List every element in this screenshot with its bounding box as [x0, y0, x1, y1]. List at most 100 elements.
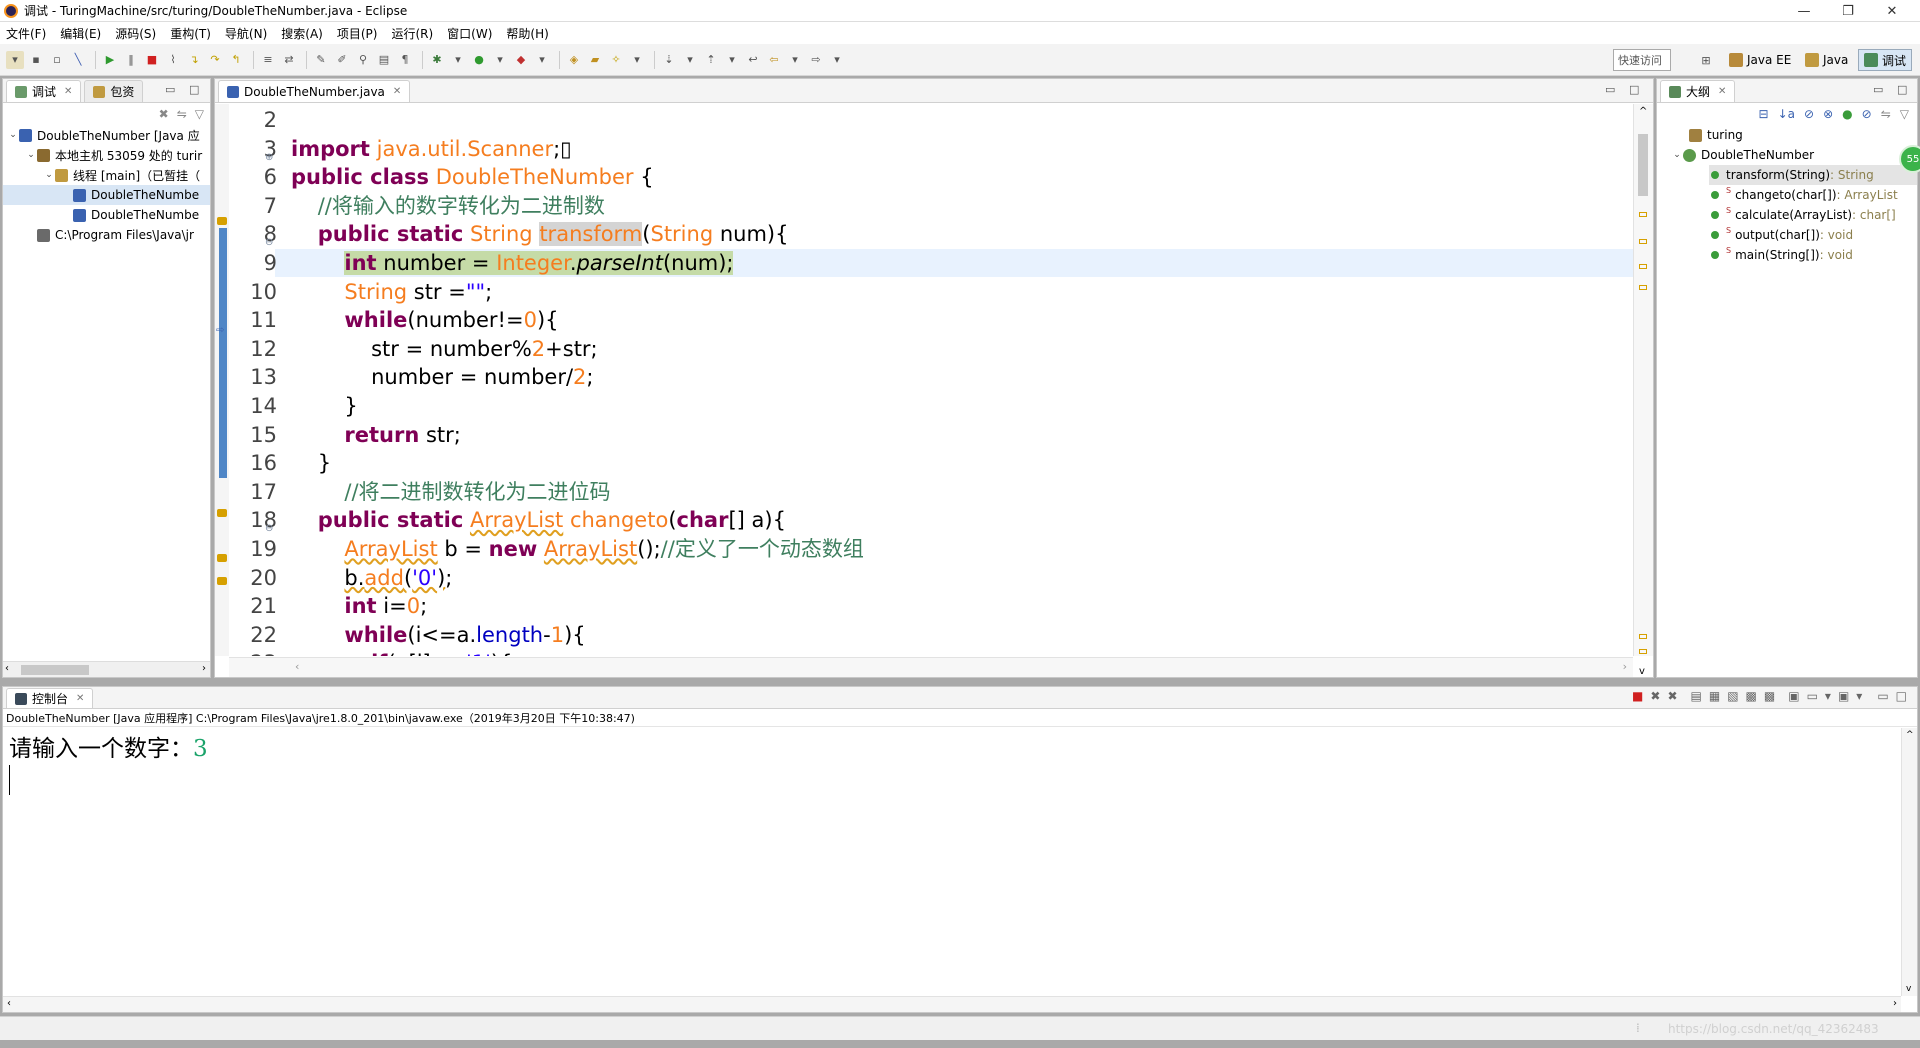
- outline-item[interactable]: Schangeto(char[]) : ArrayList: [1657, 185, 1917, 205]
- debug-tree-item[interactable]: C:\Program Files\Java\jr: [3, 225, 210, 245]
- tab-doublethenumber-java[interactable]: DoubleTheNumber.java ✕: [218, 80, 411, 102]
- collapse-icon[interactable]: ⇋: [177, 107, 187, 121]
- back-icon[interactable]: ⇦: [765, 51, 783, 69]
- collapse-all-icon[interactable]: ⊟: [1759, 107, 1769, 121]
- close-icon[interactable]: ✕: [76, 693, 84, 704]
- step-filters-icon[interactable]: ⇄: [280, 51, 298, 69]
- remove-launch-icon[interactable]: ✖: [1650, 689, 1660, 703]
- minimize-icon[interactable]: ▭: [165, 83, 175, 96]
- expand-arrow-icon[interactable]: ⌄: [7, 130, 19, 140]
- vertical-scrollbar[interactable]: ^ v: [1633, 104, 1653, 677]
- step-over-icon[interactable]: ↷: [206, 51, 224, 69]
- menu-item-8[interactable]: 窗口(W): [447, 25, 492, 42]
- code-line[interactable]: int number = Integer.parseInt(num);: [291, 249, 734, 277]
- open-console-icon[interactable]: ▣: [1838, 689, 1849, 703]
- scroll-lock-icon[interactable]: ▦: [1709, 689, 1720, 703]
- minimize-icon[interactable]: ▭: [1605, 83, 1615, 96]
- whitespace-icon[interactable]: ¶: [396, 51, 414, 69]
- outline-item[interactable]: Soutput(char[]) : void: [1657, 225, 1917, 245]
- close-icon[interactable]: ✕: [64, 86, 72, 97]
- maximize-icon[interactable]: □: [1896, 689, 1907, 703]
- console-horizontal-scrollbar[interactable]: ‹ ›: [3, 996, 1901, 1012]
- code-line[interactable]: public static ArrayList changeto(char[] …: [291, 506, 786, 534]
- expand-arrow-icon[interactable]: ⌄: [25, 150, 37, 160]
- debug-tree-item[interactable]: DoubleTheNumbe: [3, 185, 210, 205]
- prev-annotation-icon[interactable]: ⇡: [702, 51, 720, 69]
- terminate-icon[interactable]: ■: [1632, 689, 1643, 703]
- pin-console-icon[interactable]: ▣: [1788, 689, 1799, 703]
- menu-item-1[interactable]: 编辑(E): [60, 25, 101, 42]
- toggle-mark-icon[interactable]: ✎: [312, 51, 330, 69]
- code-line[interactable]: ArrayList b = new ArrayList();//定义了一个动态数…: [291, 535, 863, 563]
- remove-terminated-icon[interactable]: ✖: [159, 107, 169, 121]
- save-all-icon[interactable]: ▫: [48, 51, 66, 69]
- perspective-java-ee[interactable]: Java EE: [1724, 49, 1796, 71]
- console-output[interactable]: 请输入一个数字：3: [3, 727, 1917, 797]
- step-return-icon[interactable]: ↰: [227, 51, 245, 69]
- fold-icon[interactable]: ⊖: [265, 229, 273, 257]
- close-icon[interactable]: ✕: [393, 86, 401, 97]
- outline-item[interactable]: Smain(String[]) : void: [1657, 245, 1917, 265]
- forward-icon[interactable]: ⇨: [807, 51, 825, 69]
- menu-item-7[interactable]: 运行(R): [391, 25, 433, 42]
- word-wrap-icon[interactable]: ▧: [1727, 689, 1738, 703]
- horizontal-scrollbar[interactable]: ‹ ›: [3, 661, 210, 677]
- display-console-icon[interactable]: ▭: [1807, 689, 1818, 703]
- code-line[interactable]: public static String transform(String nu…: [291, 220, 788, 248]
- minimize-icon[interactable]: ▭: [1877, 689, 1888, 703]
- save-icon[interactable]: ▪: [27, 51, 45, 69]
- code-line[interactable]: if(a[i]=='1'){: [291, 649, 512, 656]
- code-line[interactable]: import java.util.Scanner;▯: [291, 135, 572, 163]
- dropdown-arrow-icon[interactable]: ▾: [828, 51, 846, 69]
- menu-item-4[interactable]: 导航(N): [225, 25, 267, 42]
- menu-item-5[interactable]: 搜索(A): [281, 25, 323, 42]
- sort-icon[interactable]: ↓a: [1778, 107, 1795, 121]
- code-line[interactable]: while(i<=a.length-1){: [291, 621, 585, 649]
- perspective-debug[interactable]: 调试: [1858, 49, 1913, 71]
- external-tools-icon[interactable]: ◆: [512, 51, 530, 69]
- link-editor-icon[interactable]: ⇋: [1881, 107, 1891, 121]
- maximize-icon[interactable]: □: [1897, 83, 1907, 96]
- minimize-button[interactable]: —: [1782, 0, 1826, 22]
- code-line[interactable]: public class DoubleTheNumber {: [291, 163, 654, 191]
- block-icon[interactable]: ▤: [375, 51, 393, 69]
- dropdown-arrow-icon[interactable]: ▾: [491, 51, 509, 69]
- tab-package-explorer[interactable]: 包资: [84, 80, 144, 102]
- dropdown-arrow-icon[interactable]: ▾: [533, 51, 551, 69]
- view-menu-icon[interactable]: ▽: [195, 107, 204, 121]
- expand-arrow-icon[interactable]: ⌄: [1671, 150, 1683, 160]
- menu-item-3[interactable]: 重构(T): [170, 25, 211, 42]
- close-icon[interactable]: ✕: [1718, 86, 1726, 97]
- run-icon[interactable]: ●: [470, 51, 488, 69]
- debug-tree-item[interactable]: ⌄ 本地主机 53059 处的 turir: [3, 145, 210, 165]
- open-perspective-icon[interactable]: ⊞: [1697, 51, 1715, 69]
- restore-button[interactable]: ❐: [1826, 0, 1870, 22]
- open-folder-icon[interactable]: ▰: [586, 51, 604, 69]
- outline-item[interactable]: Scalculate(ArrayList) : char[]: [1657, 205, 1917, 225]
- menu-item-6[interactable]: 项目(P): [337, 25, 378, 42]
- perspective-java[interactable]: Java: [1800, 49, 1853, 71]
- outline-item[interactable]: transform(String) : String: [1709, 165, 1917, 185]
- code-line[interactable]: return str;: [291, 421, 460, 449]
- maximize-icon[interactable]: □: [189, 83, 199, 96]
- open-type-icon[interactable]: ◈: [565, 51, 583, 69]
- code-line[interactable]: }: [291, 449, 331, 477]
- code-line[interactable]: b.add('0');: [291, 564, 452, 592]
- menu-item-2[interactable]: 源码(S): [115, 25, 156, 42]
- console-scrollbar[interactable]: ^ v: [1901, 728, 1917, 996]
- fold-icon[interactable]: ⊕: [265, 144, 273, 172]
- terminate-icon[interactable]: ■: [143, 51, 161, 69]
- close-button[interactable]: ✕: [1870, 0, 1914, 22]
- fold-icon[interactable]: ⊖: [265, 515, 273, 543]
- drop-to-frame-icon[interactable]: ≡: [259, 51, 277, 69]
- dropdown-arrow-icon[interactable]: ▾: [449, 51, 467, 69]
- tab-console[interactable]: 控制台 ✕: [6, 688, 94, 708]
- editor-horizontal-scrollbar[interactable]: ‹ ›: [229, 657, 1633, 677]
- show-on-stderr-icon[interactable]: ▩: [1764, 689, 1775, 703]
- dropdown-arrow-icon[interactable]: ▾: [628, 51, 646, 69]
- code-area[interactable]: 2 3 import java.util.Scanner;▯ 6 public clas…: [229, 104, 1633, 656]
- view-menu-icon[interactable]: ▽: [1900, 107, 1909, 121]
- search-icon[interactable]: ✧: [607, 51, 625, 69]
- code-line[interactable]: str = number%2+str;: [291, 335, 598, 363]
- expand-arrow-icon[interactable]: ⌄: [43, 170, 55, 180]
